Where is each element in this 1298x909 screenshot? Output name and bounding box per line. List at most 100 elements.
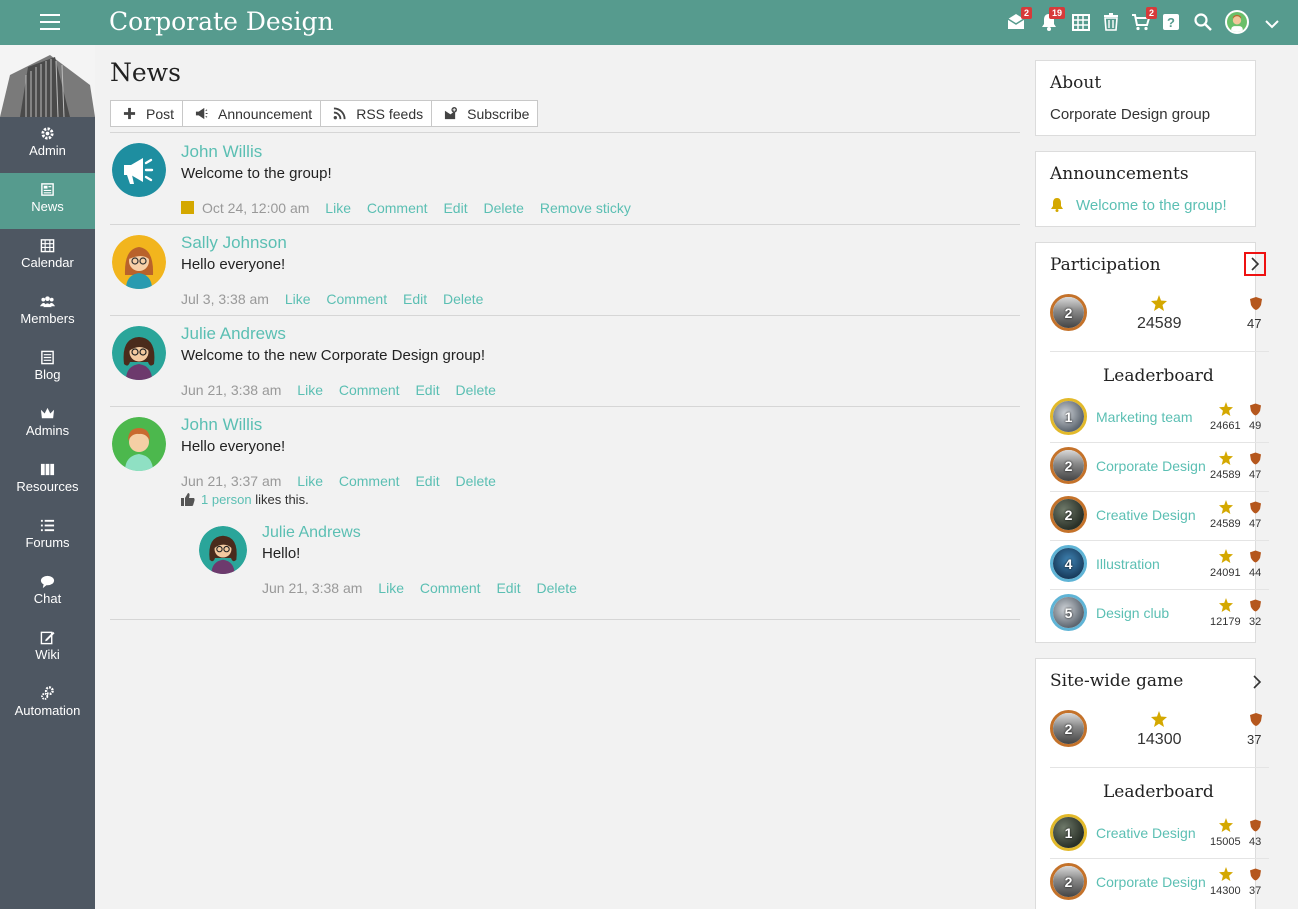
subscribe-button-label: Subscribe [467,105,530,122]
site-wide-chevron-right-icon[interactable] [1246,670,1268,694]
sidebar-item-chat[interactable]: Chat [0,565,95,621]
post-button[interactable]: Post [111,101,184,126]
user-avatar[interactable] [1225,10,1249,34]
leaderboard-name[interactable]: Creative Design [1096,825,1196,841]
sticky-icon [181,201,194,214]
cart-icon[interactable]: 2 [1131,7,1157,34]
delete-link[interactable]: Delete [455,473,495,489]
help-icon[interactable]: ? [1161,12,1183,34]
edit-link[interactable]: Edit [415,473,439,489]
leaderboard-name[interactable]: Corporate Design [1096,458,1206,474]
app-title[interactable]: Corporate Design [109,7,334,36]
messages-icon[interactable]: 2 [1006,7,1032,34]
like-link[interactable]: Like [297,382,323,398]
sidebar-item-calendar[interactable]: Calendar [0,229,95,285]
delete-link[interactable]: Delete [483,200,523,216]
leaderboard-avatar[interactable]: 1 [1050,814,1087,851]
page-title: News [110,58,181,87]
post-author[interactable]: John Willis [181,142,262,162]
delete-link[interactable]: Delete [455,382,495,398]
comment-link[interactable]: Comment [326,291,387,307]
rss-feeds-button[interactable]: RSS feeds [321,101,433,126]
edit-link[interactable]: Edit [403,291,427,307]
star-icon [1219,867,1233,881]
likes-count-link[interactable]: 1 person [201,492,252,507]
rss-icon [333,107,346,120]
sidebar-item-automation[interactable]: Automation [0,677,95,733]
leaderboard-avatar[interactable]: 1 [1050,398,1087,435]
leaderboard-points: 24091 [1210,567,1241,579]
calendar-icon[interactable] [1071,12,1093,34]
star-icon [1219,549,1233,563]
leaderboard-points: 12179 [1210,616,1241,628]
comment-link[interactable]: Comment [339,382,400,398]
notifications-icon[interactable]: 19 [1039,7,1065,34]
post-author[interactable]: John Willis [181,415,262,435]
like-link[interactable]: Like [325,200,351,216]
blog-icon [41,350,54,365]
post-author[interactable]: Julie Andrews [181,324,286,344]
shield-icon [1250,550,1261,563]
sidebar-item-admin[interactable]: Admin [0,117,95,173]
leaderboard-avatar[interactable]: 2 [1050,863,1087,900]
sidebar-item-forums[interactable]: Forums [0,509,95,565]
star-icon [1219,598,1233,612]
announcement-button-label: Announcement [218,105,313,122]
subscribe-button[interactable]: Subscribe [432,101,537,126]
leaderboard-badges: 49 [1249,420,1262,432]
resources-icon [40,463,55,476]
comment-author[interactable]: Julie Andrews [262,524,361,542]
author-avatar[interactable] [112,417,166,471]
shield-icon [1250,868,1261,881]
leaderboard-avatar[interactable]: 2 [1050,496,1087,533]
delete-link[interactable]: Delete [443,291,483,307]
trash-icon[interactable] [1101,12,1123,34]
post-author[interactable]: Sally Johnson [181,233,287,253]
automation-icon [41,686,54,700]
edit-link[interactable]: Edit [496,580,520,596]
sidebar-item-members[interactable]: Members [0,285,95,341]
comment-author-avatar[interactable] [199,526,247,574]
group-cover-image[interactable] [0,45,95,117]
sidebar-item-blog[interactable]: Blog [0,341,95,397]
divider [1050,589,1269,590]
leaderboard-avatar[interactable]: 2 [1050,447,1087,484]
sidebar-item-wiki[interactable]: Wiki [0,621,95,677]
like-link[interactable]: Like [378,580,404,596]
delete-link[interactable]: Delete [536,580,576,596]
search-icon[interactable] [1193,12,1215,34]
svg-text:?: ? [1167,15,1175,30]
sidebar-item-resources[interactable]: Resources [0,453,95,509]
sidebar-item-news[interactable]: News [0,173,95,229]
leaderboard-name[interactable]: Design club [1096,605,1169,621]
like-link[interactable]: Like [285,291,311,307]
announcement-avatar[interactable] [112,143,166,197]
remove-sticky-link[interactable]: Remove sticky [540,200,631,216]
author-avatar[interactable] [112,235,166,289]
gear-icon [41,127,54,140]
like-link[interactable]: Like [297,473,323,489]
comment-link[interactable]: Comment [339,473,400,489]
announcement-button[interactable]: Announcement [183,101,322,126]
site-rank-avatar[interactable]: 2 [1050,710,1087,747]
leaderboard-avatar[interactable]: 5 [1050,594,1087,631]
edit-link[interactable]: Edit [443,200,467,216]
comment-link[interactable]: Comment [420,580,481,596]
leaderboard-name[interactable]: Creative Design [1096,507,1196,523]
post-timestamp: Jul 3, 3:38 am [181,291,269,307]
author-avatar[interactable] [112,326,166,380]
announcement-item[interactable]: Welcome to the group! [1050,197,1227,214]
participation-chevron-right-icon[interactable] [1244,252,1266,276]
leaderboard-name[interactable]: Illustration [1096,556,1160,572]
edit-link[interactable]: Edit [415,382,439,398]
sidebar-item-admins[interactable]: Admins [0,397,95,453]
leaderboard-badges: 47 [1249,518,1262,530]
group-rank-avatar[interactable]: 2 [1050,294,1087,331]
leaderboard-name[interactable]: Marketing team [1096,409,1192,425]
chevron-down-icon[interactable] [1262,14,1284,36]
leaderboard-name[interactable]: Corporate Design [1096,874,1206,890]
post-timestamp: Oct 24, 12:00 am [202,200,310,216]
leaderboard-avatar[interactable]: 4 [1050,545,1087,582]
comment-link[interactable]: Comment [367,200,428,216]
menu-icon[interactable] [40,14,60,30]
